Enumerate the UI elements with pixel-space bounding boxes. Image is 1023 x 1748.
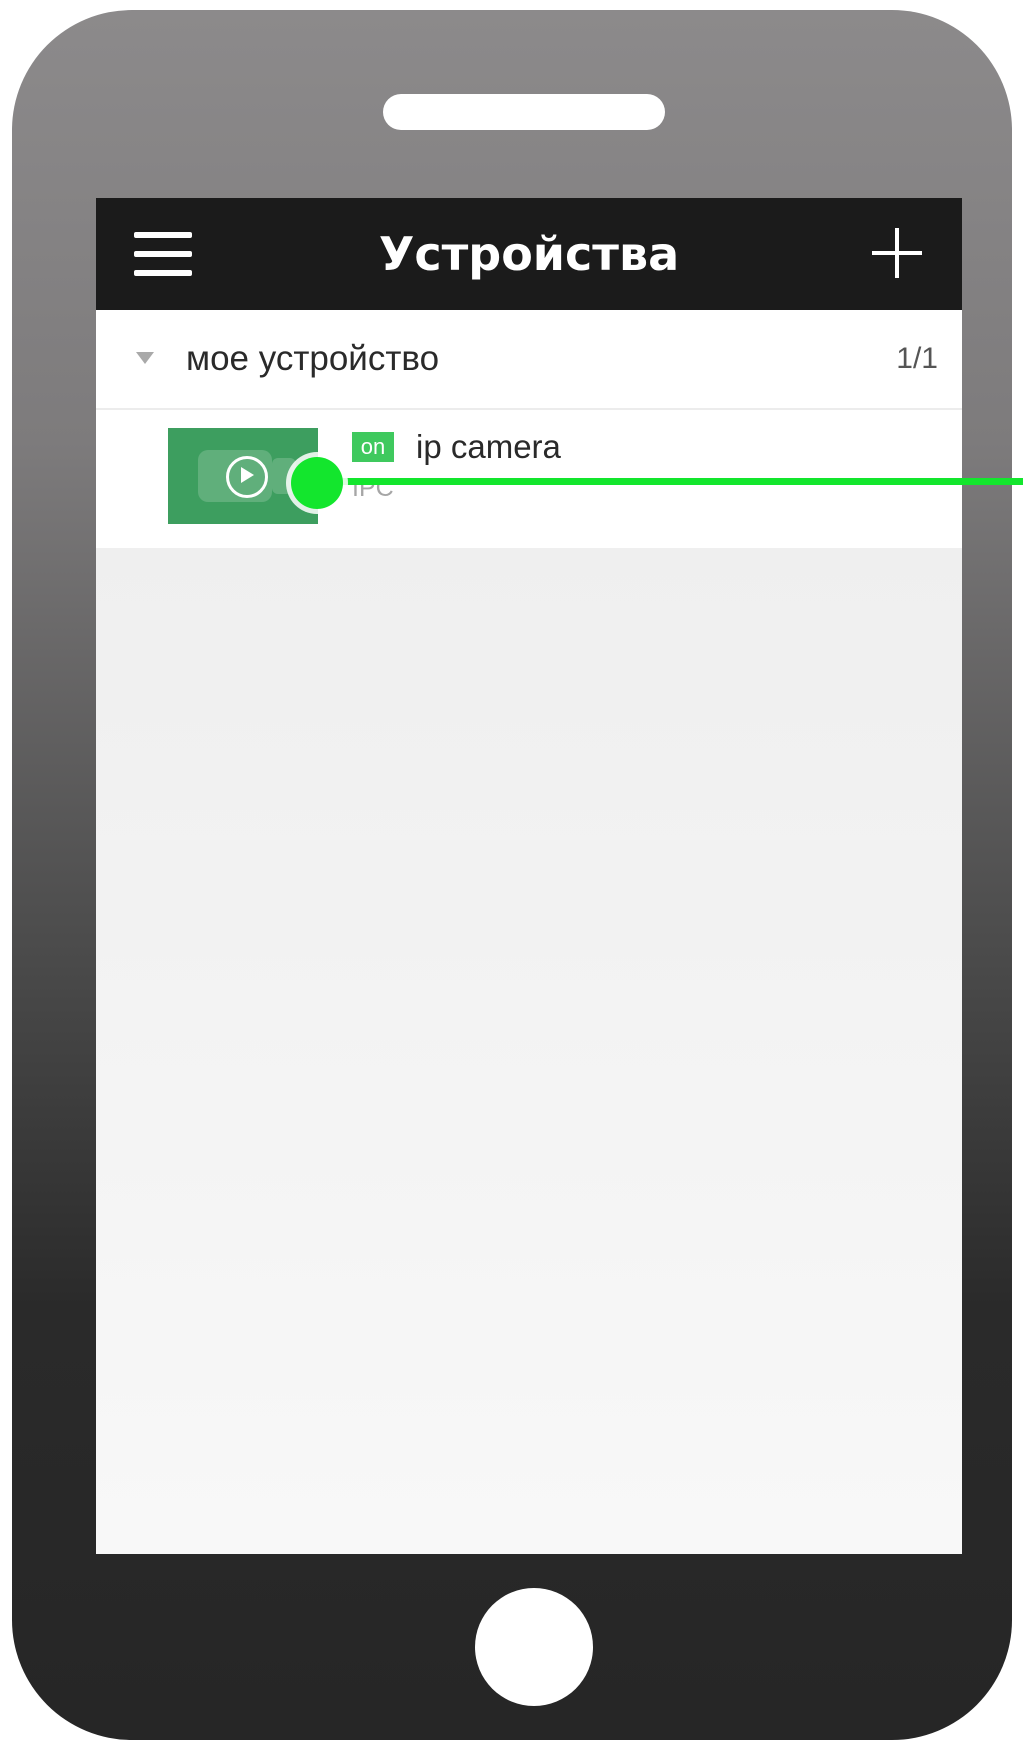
- device-type: IPC: [352, 474, 394, 502]
- page-title: Устройства: [378, 227, 680, 281]
- device-group-header[interactable]: мое устройство 1/1: [96, 310, 962, 410]
- group-count: 1/1: [896, 342, 938, 375]
- pointer-line: [318, 478, 1023, 485]
- play-icon: [241, 467, 254, 483]
- top-app-bar: Устройства: [96, 198, 962, 310]
- device-name: ip camera: [416, 428, 561, 465]
- triangle-down-icon: [136, 352, 154, 364]
- status-badge: on: [352, 432, 394, 462]
- plus-icon[interactable]: [872, 228, 922, 278]
- app-screen: Устройства мое устройство 1/1 on ip came…: [96, 198, 962, 1554]
- phone-frame: Устройства мое устройство 1/1 on ip came…: [12, 10, 1012, 1740]
- pointer-dot-marker: [291, 457, 343, 509]
- group-name: мое устройство: [186, 339, 440, 378]
- speaker-grille: [383, 94, 665, 130]
- home-button[interactable]: [475, 1588, 593, 1706]
